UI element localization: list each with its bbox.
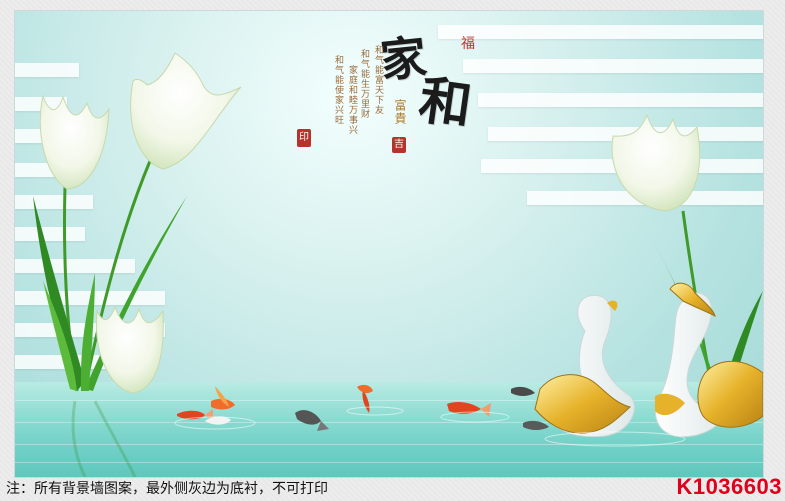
fu-seal-text: 福 — [461, 36, 475, 52]
product-code: K1036603 — [676, 474, 782, 499]
poem-line: 和气能生万里财 — [359, 49, 369, 119]
swan-right — [655, 282, 763, 438]
footer-note: 注：所有背景墙图案，最外侧灰边为底衬，不可打印 — [6, 481, 328, 497]
wall-mural: 家 和 福 富貴 吉 和气能使家兴旺 家庭和睦万事兴 和气能生万里财 和气能富天… — [14, 10, 764, 478]
fugui-text: 富貴 — [393, 99, 407, 125]
tulip-reflection — [71, 400, 137, 477]
seal-small: 吉 — [392, 137, 406, 153]
poem-line: 和气能富天下友 — [373, 45, 383, 115]
koi-fish — [177, 384, 549, 431]
left-tulips — [33, 52, 242, 394]
swan-left — [534, 294, 635, 438]
poem-line: 和气能使家兴旺 — [333, 55, 343, 125]
title-char-he: 和 — [415, 69, 476, 138]
seal-square: 印 — [297, 129, 311, 147]
